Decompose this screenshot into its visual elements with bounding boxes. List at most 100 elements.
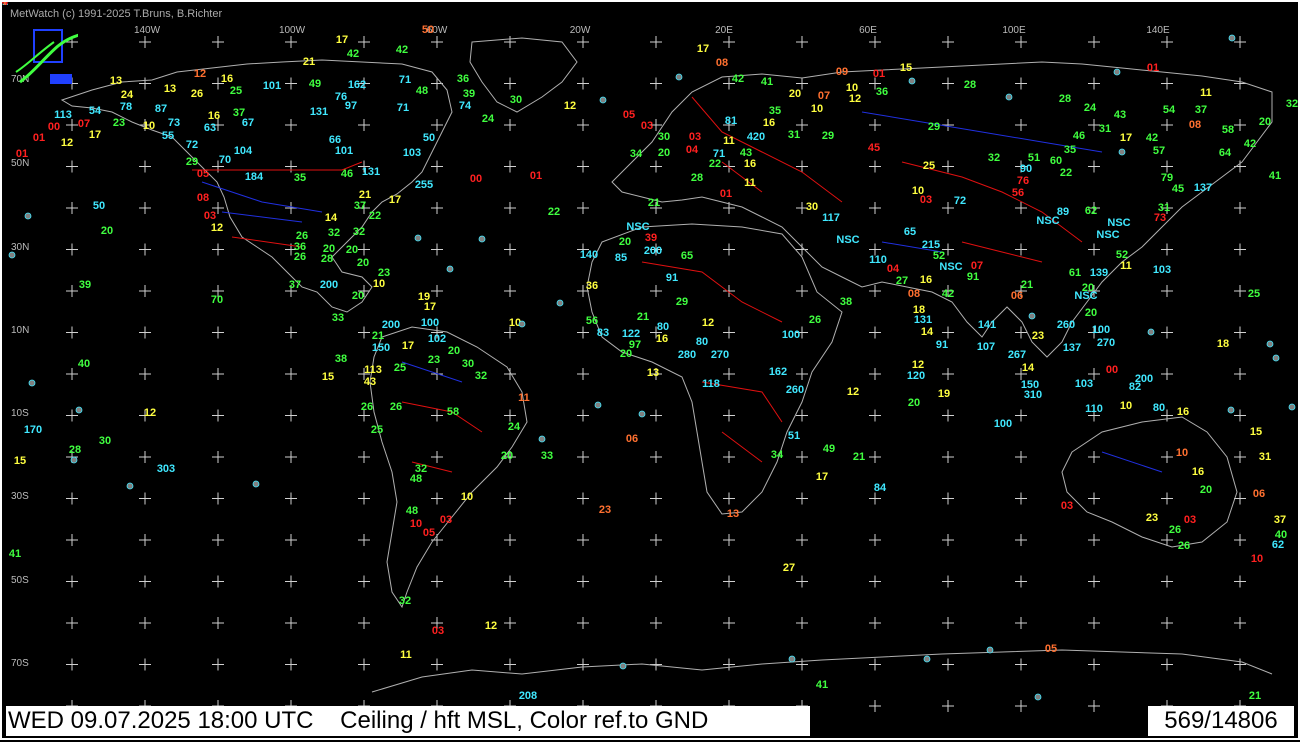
station-value: 32 [475,370,487,382]
station-value: 84 [874,482,887,494]
grid-cross [577,658,589,671]
station-value: 303 [157,463,175,475]
grid-cross [285,409,297,422]
longitude-label: 100W [279,25,306,36]
station-value: 29 [186,156,198,168]
grid-cross [504,285,516,297]
station-value: 10 [143,120,155,132]
station-value: NSC [1074,290,1097,302]
station-value: 10 [410,518,422,530]
station-value: 03 [920,194,932,206]
station-value: 45 [868,142,880,154]
grid-cross [139,658,151,671]
station-value: 03 [1184,514,1196,526]
station-value: 05 [197,168,209,180]
station-value: 58 [447,406,459,418]
axis-labels: 140W 100W 60W 20W 20E 60E 100E 140E70N50N30N10N… [11,25,1170,669]
station-value: 65 [681,250,693,262]
station-value: 39 [79,279,91,291]
station-value: 107 [977,341,995,353]
station-value: 51 [788,430,800,442]
station-value: 80 [1153,402,1165,414]
grid-cross [1234,285,1246,297]
station-marker [1028,312,1036,320]
grid-cross [650,77,662,90]
station-value: 13 [727,508,739,520]
station-value: 200 [1135,373,1153,385]
station-value: 34 [771,449,784,461]
station-value: 41 [816,679,828,691]
station-value: 50 [422,24,434,36]
station-value: 12 [702,317,714,329]
station-value: 30 [510,94,522,106]
grid-cross [796,492,808,505]
station-value: 08 [1189,119,1201,131]
station-value: 20 [620,348,632,360]
grid-cross [66,617,78,629]
station-marker [518,320,526,328]
station-value: 103 [1075,378,1093,390]
station-marker [1288,403,1296,411]
station-value: 11 [518,392,530,404]
grid-cross [285,534,297,546]
grid-cross [504,492,516,505]
grid-cross [796,36,808,48]
grid-cross [942,409,954,422]
station-value: 140 [580,249,598,261]
grid-cross [431,451,443,463]
grid-cross [796,285,808,297]
station-value: 28 [321,253,333,265]
grid-cross [139,326,151,339]
station-value: 56 [586,315,598,327]
grid-cross [139,160,151,173]
station-value: 13 [110,75,122,87]
station-value: 24 [482,113,495,125]
station-value: 61 [1069,267,1081,279]
station-value: 101 [263,80,281,92]
station-value: 170 [24,424,42,436]
station-value: 12 [61,137,73,149]
grid-cross [504,202,516,214]
station-value: 113 [364,364,382,376]
grid-cross [1234,243,1246,256]
world-map: 140W 100W 60W 20W 20E 60E 100E 140E70N50N30N10N… [2,2,1298,712]
grid-cross [358,36,370,48]
station-value: 16 [656,333,668,345]
grid-cross [66,575,78,588]
station-value: 91 [936,339,948,351]
grid-cross [723,243,735,256]
grid-cross [577,119,589,131]
station-value: 30 [462,358,474,370]
station-marker [1005,93,1013,101]
station-value: 28 [69,444,81,456]
station-value: 14 [921,326,934,338]
longitude-label: 140E [1146,25,1170,36]
station-value: 33 [541,450,553,462]
grid-cross [577,326,589,339]
station-value: 72 [954,195,966,207]
station-value: 29 [928,121,940,133]
grid-cross [66,243,78,256]
station-marker [252,480,260,488]
station-value: 70 [219,154,231,166]
grid-cross [1088,700,1100,712]
grid-cross [1088,617,1100,629]
grid-cross [212,368,224,380]
station-value: 162 [769,366,787,378]
station-value: NSC [1036,215,1059,227]
grid-cross [1088,658,1100,671]
station-value: 73 [1154,212,1166,224]
station-value: 103 [403,147,421,159]
station-value: 15 [1250,426,1262,438]
grid-cross [577,409,589,422]
station-value: 50 [93,200,105,212]
longitude-label: 20E [715,25,733,36]
grid-cross [1161,160,1173,173]
grid-cross [942,575,954,588]
grid-cross [358,617,370,629]
grid-cross [212,243,224,256]
station-value: 60 [1050,155,1062,167]
station-marker [1227,406,1235,414]
grid-cross [1234,77,1246,90]
station-value: 27 [783,562,795,574]
